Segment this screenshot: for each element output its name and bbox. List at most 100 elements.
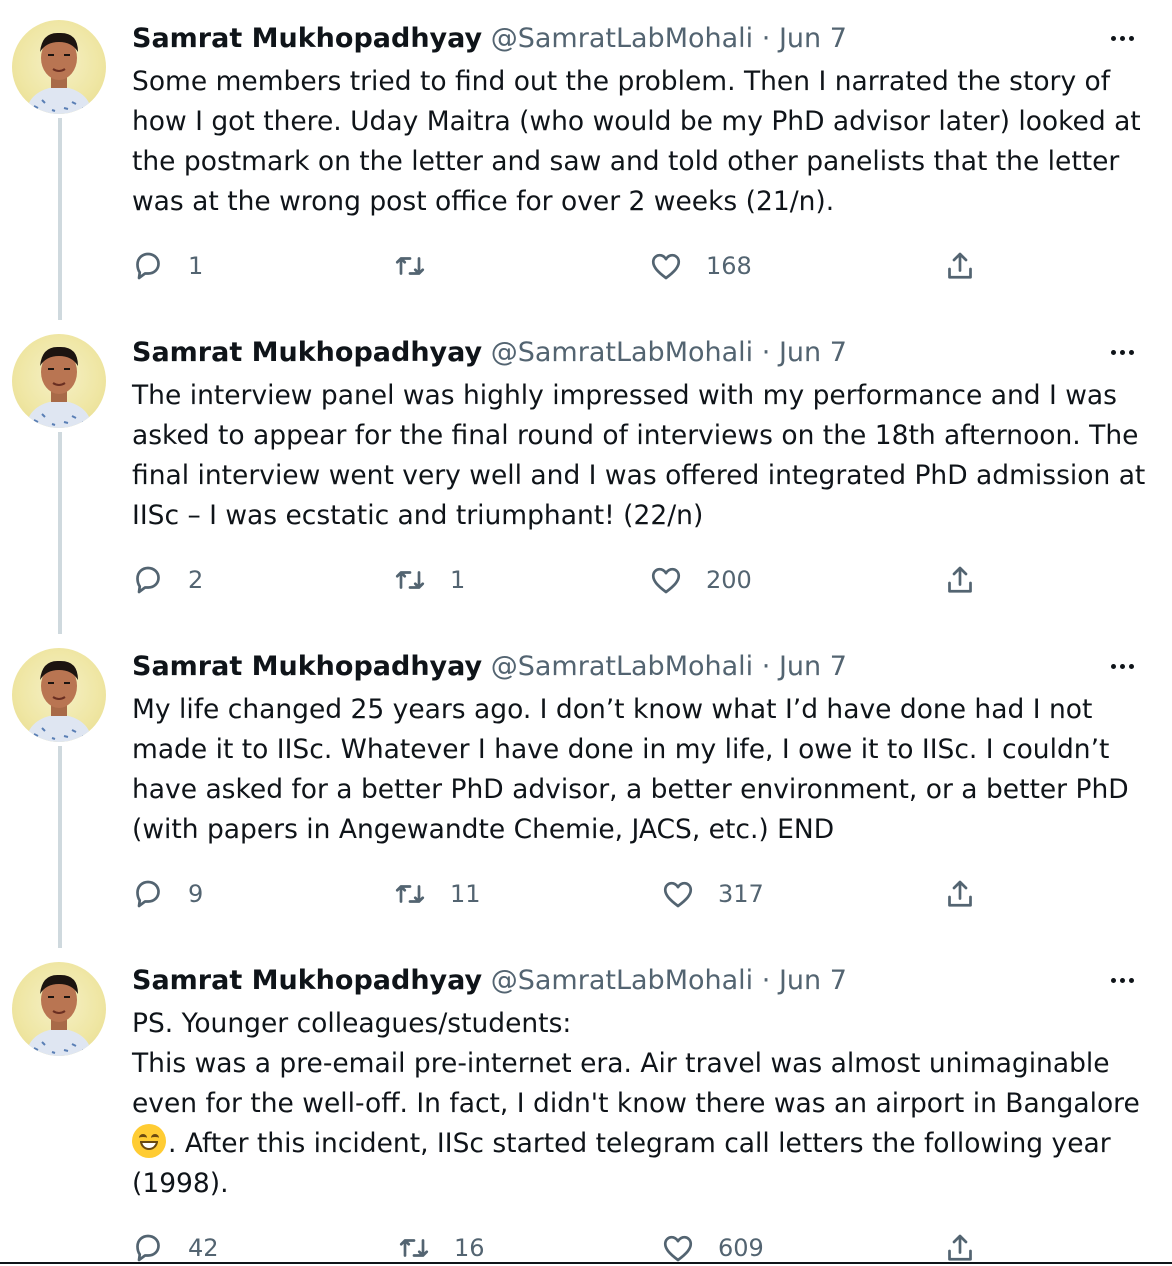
retweet-button[interactable]: 11 bbox=[392, 872, 481, 916]
tweet-text-line: even for the well-off. In fact, I didn't… bbox=[132, 1088, 1140, 1119]
avatar[interactable] bbox=[12, 648, 106, 742]
tweet[interactable]: Samrat Mukhopadhyay @SamratLabMohali · J… bbox=[0, 942, 1172, 1262]
retweet-icon bbox=[399, 1239, 429, 1257]
share-icon bbox=[948, 880, 972, 907]
tweet-text: My life changed 25 years ago. I don’t kn… bbox=[132, 690, 1152, 850]
reply-icon bbox=[136, 880, 160, 908]
like-count: 609 bbox=[718, 1234, 764, 1262]
tweet-text-line: . After this incident, IISc started tele… bbox=[132, 1124, 1152, 1164]
tweet-text-line: the postmark on the letter and saw and t… bbox=[132, 146, 1120, 177]
tweet-text-line: final interview went very well and I was… bbox=[132, 460, 1146, 491]
tweet-text-line: IISc – I was ecstatic and triumphant! (2… bbox=[132, 500, 704, 531]
author-handle[interactable]: @SamratLabMohali bbox=[491, 337, 753, 368]
reply-icon bbox=[136, 252, 160, 280]
author-handle[interactable]: @SamratLabMohali bbox=[491, 23, 753, 54]
reply-icon bbox=[136, 1234, 160, 1262]
retweet-count: 11 bbox=[450, 880, 481, 908]
author-handle[interactable]: @SamratLabMohali bbox=[491, 965, 753, 996]
tweet-text: The interview panel was highly impressed… bbox=[132, 376, 1152, 536]
like-count: 168 bbox=[706, 252, 752, 280]
tweet[interactable]: Samrat Mukhopadhyay @SamratLabMohali · J… bbox=[0, 314, 1172, 628]
heart-icon bbox=[663, 1235, 693, 1262]
tweet-text-line: made it to IISc. Whatever I have done in… bbox=[132, 734, 1110, 765]
like-button[interactable]: 317 bbox=[660, 872, 764, 916]
tweet-text-line: asked to appear for the final round of i… bbox=[132, 420, 1139, 451]
tweet-text-line: (1998). bbox=[132, 1168, 229, 1199]
avatar[interactable] bbox=[12, 334, 106, 428]
retweet-icon bbox=[395, 257, 425, 275]
like-button[interactable]: 200 bbox=[648, 558, 752, 602]
reply-count: 1 bbox=[188, 252, 204, 280]
avatar[interactable] bbox=[12, 20, 106, 114]
tweet-text-line: (with papers in Angewandte Chemie, JACS,… bbox=[132, 814, 835, 845]
reply-count: 42 bbox=[188, 1234, 219, 1262]
tweet-date[interactable]: Jun 7 bbox=[779, 965, 847, 996]
share-button[interactable] bbox=[942, 872, 978, 916]
reply-button[interactable]: 9 bbox=[130, 872, 203, 916]
separator-dot: · bbox=[761, 337, 771, 368]
reply-count: 9 bbox=[188, 880, 204, 908]
tweet-text-line: The interview panel was highly impressed… bbox=[132, 380, 1117, 411]
tweet-text-line: This was a pre-email pre-internet era. A… bbox=[132, 1048, 1110, 1079]
tweet-header: Samrat Mukhopadhyay @SamratLabMohali · J… bbox=[132, 22, 847, 56]
reply-button[interactable]: 2 bbox=[130, 558, 203, 602]
tweet-actions: 1 168 bbox=[130, 244, 990, 288]
tweet-actions: 9 11 317 bbox=[130, 872, 990, 916]
avatar[interactable] bbox=[12, 962, 106, 1056]
bottom-divider bbox=[0, 1262, 1172, 1264]
share-button[interactable] bbox=[942, 1226, 978, 1266]
tweet-date[interactable]: Jun 7 bbox=[779, 337, 847, 368]
tweet-text: PS. Younger colleagues/students: This wa… bbox=[132, 1004, 1152, 1204]
author-name[interactable]: Samrat Mukhopadhyay bbox=[132, 337, 482, 368]
tweet-header: Samrat Mukhopadhyay @SamratLabMohali · J… bbox=[132, 964, 847, 998]
tweet-header: Samrat Mukhopadhyay @SamratLabMohali · J… bbox=[132, 336, 847, 370]
more-options-icon[interactable] bbox=[1102, 336, 1142, 368]
separator-dot: · bbox=[761, 651, 771, 682]
retweet-button[interactable] bbox=[392, 244, 450, 288]
author-name[interactable]: Samrat Mukhopadhyay bbox=[132, 23, 482, 54]
tweet-actions: 2 1 200 bbox=[130, 558, 990, 602]
heart-icon bbox=[663, 881, 693, 908]
tweet-text-line: My life changed 25 years ago. I don’t kn… bbox=[132, 694, 1093, 725]
tweet-date[interactable]: Jun 7 bbox=[779, 651, 847, 682]
tweet[interactable]: Samrat Mukhopadhyay @SamratLabMohali · J… bbox=[0, 0, 1172, 314]
retweet-icon bbox=[395, 571, 425, 589]
retweet-button[interactable]: 16 bbox=[396, 1226, 485, 1266]
tweet-text-line: PS. Younger colleagues/students: bbox=[132, 1008, 572, 1039]
like-button[interactable]: 609 bbox=[660, 1226, 764, 1266]
tweet-text-line: Some members tried to find out the probl… bbox=[132, 66, 1111, 97]
retweet-count: 1 bbox=[450, 566, 466, 594]
share-icon bbox=[948, 566, 972, 593]
grinning-face-emoji bbox=[132, 1124, 166, 1158]
tweet[interactable]: Samrat Mukhopadhyay @SamratLabMohali · J… bbox=[0, 628, 1172, 942]
tweet-actions: 42 16 609 bbox=[130, 1226, 990, 1266]
share-icon bbox=[948, 252, 972, 279]
separator-dot: · bbox=[761, 965, 771, 996]
retweet-button[interactable]: 1 bbox=[392, 558, 465, 602]
tweet-text-line: was at the wrong post office for over 2 … bbox=[132, 186, 835, 217]
reply-count: 2 bbox=[188, 566, 204, 594]
retweet-icon bbox=[395, 885, 425, 903]
heart-icon bbox=[651, 253, 681, 280]
more-options-icon[interactable] bbox=[1102, 22, 1142, 54]
more-options-icon[interactable] bbox=[1102, 964, 1142, 996]
tweet-text: Some members tried to find out the probl… bbox=[132, 62, 1152, 222]
author-name[interactable]: Samrat Mukhopadhyay bbox=[132, 651, 482, 682]
author-handle[interactable]: @SamratLabMohali bbox=[491, 651, 753, 682]
reply-icon bbox=[136, 566, 160, 594]
tweet-text-line: how I got there. Uday Maitra (who would … bbox=[132, 106, 1141, 137]
reply-button[interactable]: 1 bbox=[130, 244, 203, 288]
retweet-count: 16 bbox=[454, 1234, 485, 1262]
like-count: 200 bbox=[706, 566, 752, 594]
more-options-icon[interactable] bbox=[1102, 650, 1142, 682]
share-button[interactable] bbox=[942, 244, 978, 288]
like-button[interactable]: 168 bbox=[648, 244, 752, 288]
author-name[interactable]: Samrat Mukhopadhyay bbox=[132, 965, 482, 996]
tweet-header: Samrat Mukhopadhyay @SamratLabMohali · J… bbox=[132, 650, 847, 684]
share-button[interactable] bbox=[942, 558, 978, 602]
reply-button[interactable]: 42 bbox=[130, 1226, 219, 1266]
tweet-date[interactable]: Jun 7 bbox=[779, 23, 847, 54]
share-icon bbox=[948, 1234, 972, 1261]
tweet-text-fragment: . After this incident, IISc started tele… bbox=[168, 1128, 1111, 1159]
separator-dot: · bbox=[761, 23, 771, 54]
